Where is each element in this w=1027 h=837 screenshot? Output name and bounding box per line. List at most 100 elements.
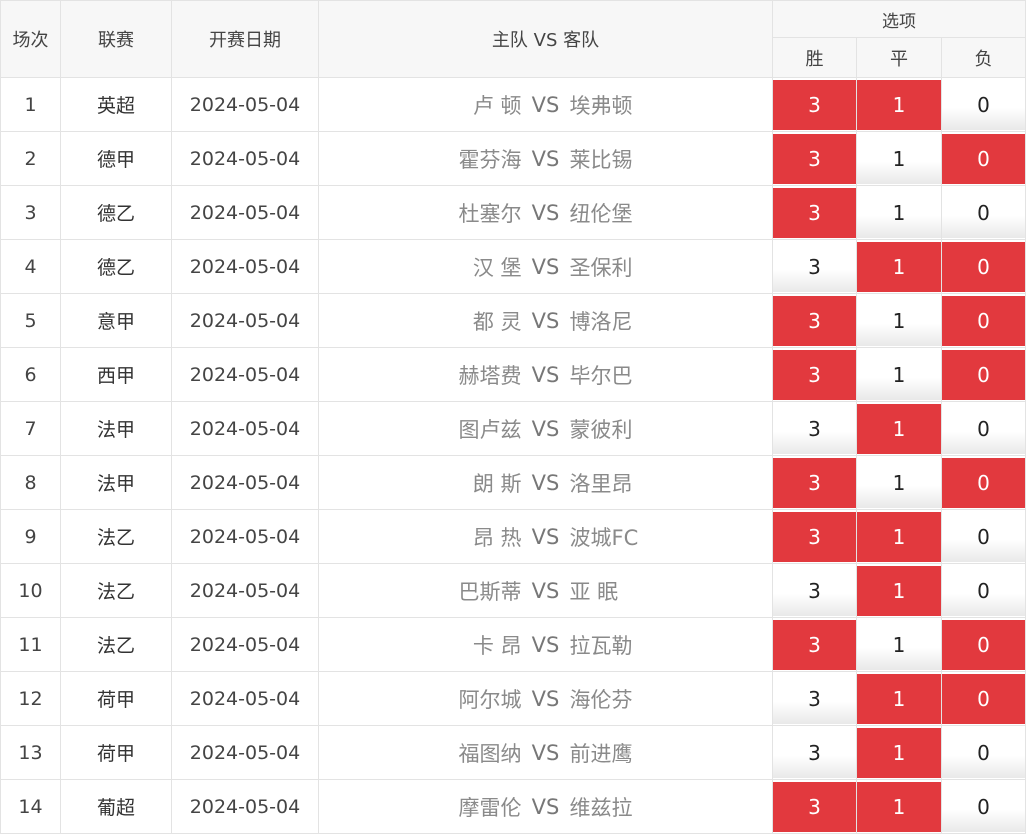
- option-loss-button[interactable]: 0: [942, 565, 1026, 616]
- vs-label: VS: [531, 92, 560, 117]
- league-name: 法甲: [60, 401, 172, 456]
- header-league: 联赛: [60, 0, 172, 78]
- teams-matchup: 都 灵 VS 博洛尼: [319, 306, 772, 336]
- option-win-button[interactable]: 3: [773, 457, 856, 508]
- option-cell: 0: [940, 401, 1027, 456]
- home-team: 昂 热: [472, 525, 522, 550]
- option-cell: 1: [856, 563, 942, 618]
- option-win-button[interactable]: 3: [773, 403, 856, 454]
- option-win-button[interactable]: 3: [773, 133, 856, 184]
- home-team: 巴斯蒂: [458, 579, 522, 604]
- teams-matchup: 昂 热 VS 波城FC: [319, 522, 772, 552]
- teams-matchup: 阿尔城 VS 海伦芬: [319, 684, 772, 714]
- option-draw-button[interactable]: 1: [857, 187, 941, 238]
- match-number: 13: [0, 725, 61, 780]
- option-loss-button[interactable]: 0: [942, 727, 1026, 778]
- option-draw-button[interactable]: 1: [857, 727, 941, 778]
- option-draw-button[interactable]: 1: [857, 349, 941, 400]
- option-cell: 3: [772, 617, 857, 672]
- vs-label: VS: [531, 308, 560, 333]
- table-body: 1 英超 2024-05-04 卢 顿 VS 埃弗顿 3 1 0 2 德甲 2024-05-04 霍芬海…: [0, 77, 1027, 834]
- table-row: 6 西甲 2024-05-04 赫塔费 VS 毕尔巴 3 1 0: [0, 347, 1027, 402]
- option-loss-button[interactable]: 0: [942, 187, 1026, 238]
- teams-matchup: 福图纳 VS 前进鹰: [319, 738, 772, 768]
- option-draw-button[interactable]: 1: [857, 619, 941, 670]
- vs-label: VS: [531, 146, 560, 171]
- option-cell: 3: [772, 725, 857, 780]
- option-win-button[interactable]: 3: [773, 781, 856, 832]
- option-cell: 1: [856, 725, 942, 780]
- teams-matchup: 汉 堡 VS 圣保利: [319, 252, 772, 282]
- away-team: 莱比锡: [569, 147, 633, 172]
- option-loss-button[interactable]: 0: [942, 511, 1026, 562]
- option-cell: 1: [856, 131, 942, 186]
- option-win-button[interactable]: 3: [773, 295, 856, 346]
- option-win-button[interactable]: 3: [773, 187, 856, 238]
- option-cell: 0: [940, 509, 1027, 564]
- option-loss-button[interactable]: 0: [942, 781, 1026, 832]
- option-loss-button[interactable]: 0: [942, 457, 1026, 508]
- table-row: 10 法乙 2024-05-04 巴斯蒂 VS 亚 眠310: [0, 563, 1027, 618]
- option-loss-button[interactable]: 0: [942, 79, 1026, 130]
- home-team: 摩雷伦: [458, 795, 522, 820]
- option-loss-button[interactable]: 0: [942, 241, 1026, 292]
- option-cell: 3: [772, 779, 857, 834]
- option-win-button[interactable]: 3: [773, 619, 856, 670]
- option-cell: 0: [940, 239, 1027, 294]
- option-cell: 3: [772, 239, 857, 294]
- option-win-button[interactable]: 3: [773, 727, 856, 778]
- option-draw-button[interactable]: 1: [857, 457, 941, 508]
- teams-cell: 昂 热 VS 波城FC: [318, 509, 773, 564]
- home-team: 阿尔城: [458, 687, 522, 712]
- option-loss-button[interactable]: 0: [942, 349, 1026, 400]
- option-draw-button[interactable]: 1: [857, 403, 941, 454]
- option-win-button[interactable]: 3: [773, 673, 856, 724]
- away-team: 前进鹰: [569, 741, 633, 766]
- option-draw-button[interactable]: 1: [857, 565, 941, 616]
- option-win-button[interactable]: 3: [773, 241, 856, 292]
- option-loss-button[interactable]: 0: [942, 295, 1026, 346]
- option-draw-button[interactable]: 1: [857, 511, 941, 562]
- option-draw-button[interactable]: 1: [857, 673, 941, 724]
- teams-matchup: 卡 昂 VS 拉瓦勒: [319, 630, 772, 660]
- table-header: 场次 联赛 开赛日期 主队 VS 客队 选项 胜 平 负: [0, 0, 1027, 78]
- option-win-button[interactable]: 3: [773, 79, 856, 130]
- teams-cell: 赫塔费 VS 毕尔巴: [318, 347, 773, 402]
- table-row: 5 意甲 2024-05-04 都 灵 VS 博洛尼 3 1 0: [0, 293, 1027, 348]
- teams-matchup: 霍芬海 VS 莱比锡: [319, 144, 772, 174]
- table-row: 8 法甲 2024-05-04 朗 斯 VS 洛里昂 3 1 0: [0, 455, 1027, 510]
- teams-cell: 阿尔城 VS 海伦芬: [318, 671, 773, 726]
- start-date: 2024-05-04: [171, 401, 319, 456]
- option-cell: 3: [772, 347, 857, 402]
- option-draw-button[interactable]: 1: [857, 133, 941, 184]
- vs-label: VS: [531, 416, 560, 441]
- away-team: 波城FC: [569, 525, 639, 550]
- start-date: 2024-05-04: [171, 131, 319, 186]
- option-draw-button[interactable]: 1: [857, 79, 941, 130]
- vs-label: VS: [531, 740, 560, 765]
- option-cell: 0: [940, 725, 1027, 780]
- option-cell: 1: [856, 239, 942, 294]
- table-row: 13 荷甲 2024-05-04 福图纳 VS 前进鹰 3 1 0: [0, 725, 1027, 780]
- header-start-date: 开赛日期: [171, 0, 319, 78]
- teams-matchup: 图卢兹 VS 蒙彼利: [319, 414, 772, 444]
- option-cell: 1: [856, 185, 942, 240]
- option-loss-button[interactable]: 0: [942, 619, 1026, 670]
- start-date: 2024-05-04: [171, 77, 319, 132]
- option-cell: 0: [940, 131, 1027, 186]
- option-loss-button[interactable]: 0: [942, 403, 1026, 454]
- option-draw-button[interactable]: 1: [857, 781, 941, 832]
- option-win-button[interactable]: 3: [773, 349, 856, 400]
- match-number: 2: [0, 131, 61, 186]
- option-draw-button[interactable]: 1: [857, 241, 941, 292]
- home-team: 卢 顿: [472, 93, 522, 118]
- vs-label: VS: [531, 362, 560, 387]
- option-win-button[interactable]: 3: [773, 565, 856, 616]
- option-draw-button[interactable]: 1: [857, 295, 941, 346]
- header-teams: 主队 VS 客队: [318, 0, 773, 78]
- option-loss-button[interactable]: 0: [942, 133, 1026, 184]
- header-option-draw: 平: [856, 37, 942, 78]
- header-match-number: 场次: [0, 0, 61, 78]
- option-loss-button[interactable]: 0: [942, 673, 1026, 724]
- option-win-button[interactable]: 3: [773, 511, 856, 562]
